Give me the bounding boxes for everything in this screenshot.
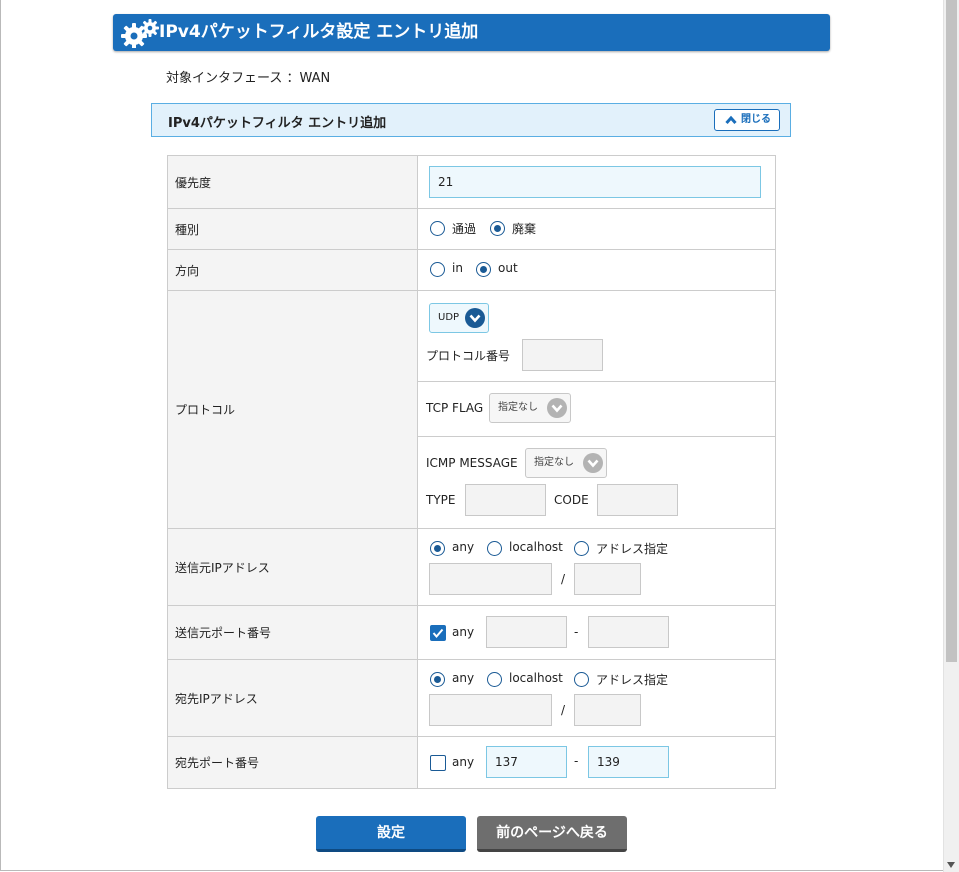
chevron-up-icon (725, 115, 737, 125)
direction-in-radio[interactable] (430, 262, 445, 277)
protocol-number-label: プロトコル番号 (426, 349, 511, 363)
src-ip-address-input[interactable] (429, 563, 552, 595)
dst-ip-slash: / (561, 703, 566, 717)
divider (418, 436, 775, 437)
src-port-dash: - (574, 625, 579, 639)
dst-port-to-input[interactable] (588, 746, 669, 778)
protocol-select-value: UDP (438, 312, 460, 323)
tcp-flag-select-value: 指定なし (498, 402, 538, 413)
chevron-down-icon (465, 308, 485, 328)
type-drop-radio[interactable] (490, 221, 505, 236)
tcp-flag-label: TCP FLAG (426, 401, 484, 415)
direction-label: 方向 (167, 249, 418, 291)
tcp-flag-select[interactable]: 指定なし (489, 393, 571, 423)
type-drop-label: 廃棄 (512, 222, 537, 236)
priority-input[interactable] (429, 166, 761, 198)
src-ip-localhost-label: localhost (509, 540, 563, 554)
page-title: IPv4パケットフィルタ設定 エントリ追加 (159, 22, 479, 42)
src-port-to-input[interactable] (588, 616, 669, 648)
src-ip-any-label: any (452, 540, 475, 554)
direction-in-label: in (452, 261, 463, 275)
src-ip-specify-radio[interactable] (574, 541, 589, 556)
dst-ip-any-radio[interactable] (430, 672, 445, 687)
dst-ip-localhost-label: localhost (509, 671, 563, 685)
dst-ip-mask-input[interactable] (574, 694, 641, 726)
gear-icon (121, 19, 159, 48)
src-port-any-checkbox[interactable] (430, 625, 446, 641)
interface-label: 対象インタフェース ：WAN (166, 71, 331, 86)
icmp-code-label: CODE (554, 493, 589, 507)
close-label: 閉じる (741, 114, 771, 125)
icmp-type-input[interactable] (465, 484, 546, 516)
scrollbar-thumb[interactable] (946, 0, 957, 662)
src-port-label: 送信元ポート番号 (167, 605, 418, 660)
chevron-down-icon (583, 453, 603, 473)
src-port-from-input[interactable] (486, 616, 567, 648)
section-title: IPv4パケットフィルタ エントリ追加 (168, 116, 387, 131)
protocol-number-input[interactable] (522, 339, 603, 371)
src-ip-localhost-radio[interactable] (487, 541, 502, 556)
priority-label: 優先度 (167, 155, 418, 209)
src-port-any-label: any (452, 625, 475, 639)
icmp-message-select[interactable]: 指定なし (525, 448, 607, 478)
dst-ip-localhost-radio[interactable] (487, 672, 502, 687)
filter-form-table: 優先度 種別 通過 廃棄 方向 in out プロトコル UDP (167, 155, 776, 789)
direction-out-label: out (498, 261, 518, 275)
icmp-message-select-value: 指定なし (534, 457, 574, 468)
close-section-button[interactable]: 閉じる (714, 109, 780, 131)
icmp-message-label: ICMP MESSAGE (426, 456, 518, 470)
page-header: IPv4パケットフィルタ設定 エントリ追加 (113, 14, 830, 51)
protocol-label: プロトコル (167, 290, 418, 529)
divider (418, 381, 775, 382)
direction-out-radio[interactable] (476, 262, 491, 277)
section-header: IPv4パケットフィルタ エントリ追加 閉じる (151, 103, 791, 137)
dst-port-any-label: any (452, 755, 475, 769)
src-ip-mask-input[interactable] (574, 563, 641, 595)
dst-port-dash: - (574, 754, 579, 768)
protocol-select[interactable]: UDP (429, 303, 489, 333)
dst-port-any-checkbox[interactable] (430, 755, 446, 771)
src-ip-specify-label: アドレス指定 (596, 542, 669, 556)
icmp-code-input[interactable] (597, 484, 678, 516)
type-label: 種別 (167, 208, 418, 250)
type-pass-radio[interactable] (430, 221, 445, 236)
dst-ip-specify-radio[interactable] (574, 672, 589, 687)
src-ip-any-radio[interactable] (430, 541, 445, 556)
checkmark-icon (432, 628, 444, 639)
src-ip-label: 送信元IPアドレス (167, 528, 418, 606)
submit-button[interactable]: 設定 (316, 816, 466, 852)
icmp-type-label: TYPE (426, 493, 456, 507)
dst-ip-label: 宛先IPアドレス (167, 659, 418, 737)
dst-ip-specify-label: アドレス指定 (596, 673, 669, 687)
dst-ip-any-label: any (452, 671, 475, 685)
dst-port-label: 宛先ポート番号 (167, 736, 418, 789)
back-button[interactable]: 前のページへ戻る (477, 816, 627, 852)
vertical-scrollbar[interactable] (943, 0, 959, 872)
type-pass-label: 通過 (452, 222, 477, 236)
scroll-down-arrow-icon[interactable] (947, 862, 955, 868)
src-ip-slash: / (561, 572, 566, 586)
dst-ip-address-input[interactable] (429, 694, 552, 726)
dst-port-from-input[interactable] (486, 746, 567, 778)
chevron-down-icon (547, 398, 567, 418)
